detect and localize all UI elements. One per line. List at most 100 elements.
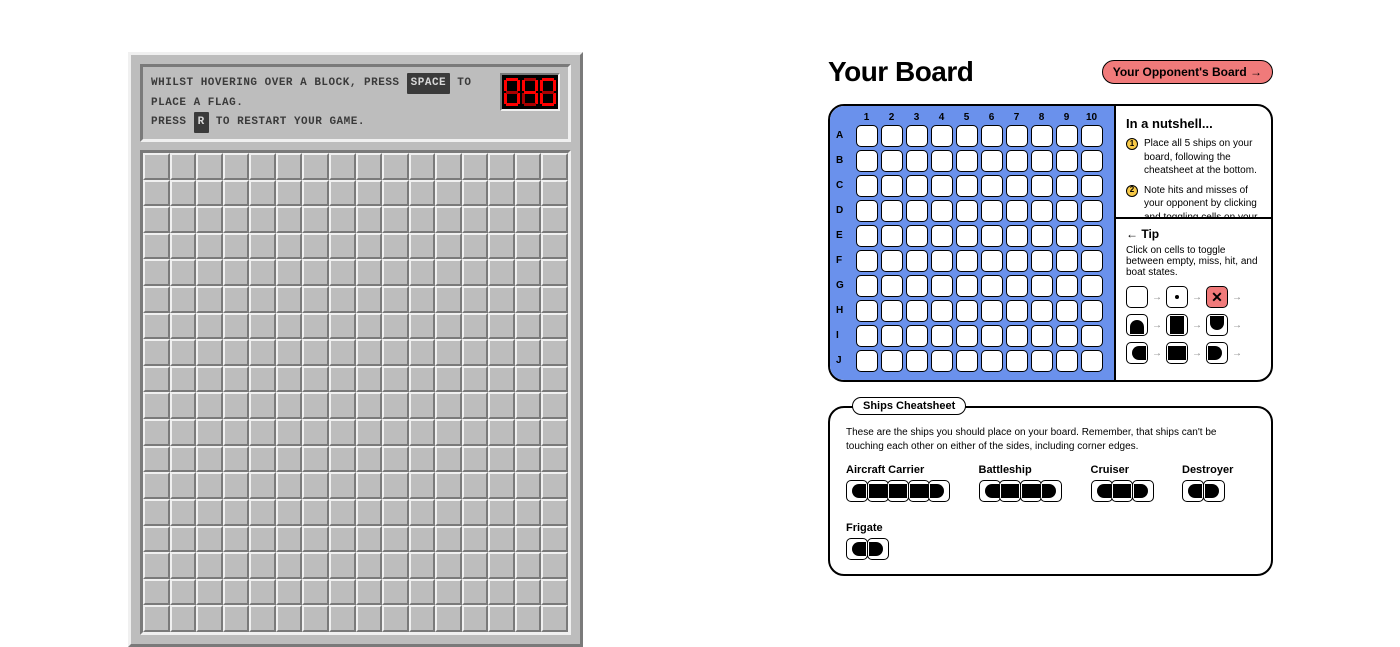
mine-cell[interactable]: [223, 499, 250, 526]
mine-cell[interactable]: [515, 153, 542, 180]
board-cell[interactable]: [1056, 125, 1078, 147]
mine-cell[interactable]: [302, 579, 329, 606]
mine-cell[interactable]: [435, 392, 462, 419]
mine-cell[interactable]: [515, 206, 542, 233]
mine-cell[interactable]: [515, 526, 542, 553]
mine-cell[interactable]: [541, 286, 568, 313]
board-cell[interactable]: [881, 275, 903, 297]
mine-cell[interactable]: [382, 419, 409, 446]
mine-cell[interactable]: [276, 286, 303, 313]
mine-cell[interactable]: [435, 472, 462, 499]
mine-cell[interactable]: [541, 233, 568, 260]
mine-cell[interactable]: [276, 526, 303, 553]
mine-cell[interactable]: [409, 153, 436, 180]
mine-cell[interactable]: [488, 313, 515, 340]
mine-cell[interactable]: [541, 392, 568, 419]
mine-cell[interactable]: [329, 552, 356, 579]
board-cell[interactable]: [1031, 250, 1053, 272]
mine-cell[interactable]: [276, 579, 303, 606]
board-cell[interactable]: [1031, 350, 1053, 372]
mine-cell[interactable]: [462, 419, 489, 446]
mine-cell[interactable]: [329, 419, 356, 446]
mine-cell[interactable]: [249, 552, 276, 579]
board-cell[interactable]: [1056, 175, 1078, 197]
mine-cell[interactable]: [409, 339, 436, 366]
board-cell[interactable]: [931, 150, 953, 172]
mine-cell[interactable]: [170, 499, 197, 526]
mine-cell[interactable]: [488, 259, 515, 286]
board-cell[interactable]: [1006, 200, 1028, 222]
mine-cell[interactable]: [488, 392, 515, 419]
mine-cell[interactable]: [382, 180, 409, 207]
board-cell[interactable]: [981, 325, 1003, 347]
board-cell[interactable]: [856, 325, 878, 347]
mine-cell[interactable]: [435, 286, 462, 313]
board-cell[interactable]: [1031, 325, 1053, 347]
mine-cell[interactable]: [329, 499, 356, 526]
mine-cell[interactable]: [170, 153, 197, 180]
mine-cell[interactable]: [276, 153, 303, 180]
mine-cell[interactable]: [329, 526, 356, 553]
board-cell[interactable]: [981, 150, 1003, 172]
mine-cell[interactable]: [170, 286, 197, 313]
mine-cell[interactable]: [409, 180, 436, 207]
mine-cell[interactable]: [515, 605, 542, 632]
mine-cell[interactable]: [382, 339, 409, 366]
mine-cell[interactable]: [223, 446, 250, 473]
mine-cell[interactable]: [541, 180, 568, 207]
board-cell[interactable]: [931, 250, 953, 272]
mine-cell[interactable]: [302, 366, 329, 393]
mine-cell[interactable]: [488, 579, 515, 606]
mine-cell[interactable]: [329, 446, 356, 473]
mine-cell[interactable]: [249, 392, 276, 419]
mine-cell[interactable]: [329, 180, 356, 207]
mine-cell[interactable]: [196, 419, 223, 446]
board-cell[interactable]: [1056, 225, 1078, 247]
mine-cell[interactable]: [382, 392, 409, 419]
board-cell[interactable]: [1081, 175, 1103, 197]
mine-cell[interactable]: [249, 286, 276, 313]
board-cell[interactable]: [981, 200, 1003, 222]
mine-cell[interactable]: [276, 552, 303, 579]
mine-cell[interactable]: [462, 206, 489, 233]
mine-cell[interactable]: [435, 605, 462, 632]
mine-cell[interactable]: [409, 392, 436, 419]
mine-cell[interactable]: [143, 180, 170, 207]
mine-cell[interactable]: [329, 206, 356, 233]
mine-cell[interactable]: [541, 419, 568, 446]
board-cell[interactable]: [1006, 125, 1028, 147]
board-cell[interactable]: [1031, 275, 1053, 297]
mine-cell[interactable]: [170, 259, 197, 286]
mine-cell[interactable]: [302, 419, 329, 446]
mine-cell[interactable]: [488, 499, 515, 526]
mine-cell[interactable]: [462, 259, 489, 286]
mine-cell[interactable]: [170, 392, 197, 419]
mine-cell[interactable]: [409, 313, 436, 340]
mine-cell[interactable]: [249, 579, 276, 606]
mine-cell[interactable]: [196, 605, 223, 632]
board-cell[interactable]: [956, 275, 978, 297]
board-cell[interactable]: [956, 350, 978, 372]
mine-cell[interactable]: [488, 446, 515, 473]
board-cell[interactable]: [1081, 225, 1103, 247]
mine-cell[interactable]: [196, 180, 223, 207]
mine-cell[interactable]: [541, 206, 568, 233]
mine-cell[interactable]: [143, 153, 170, 180]
board-cell[interactable]: [906, 150, 928, 172]
mine-cell[interactable]: [462, 286, 489, 313]
board-cell[interactable]: [906, 200, 928, 222]
mine-cell[interactable]: [515, 366, 542, 393]
board-cell[interactable]: [856, 175, 878, 197]
mine-cell[interactable]: [435, 180, 462, 207]
mine-cell[interactable]: [409, 259, 436, 286]
board-cell[interactable]: [956, 300, 978, 322]
mine-cell[interactable]: [196, 499, 223, 526]
mine-cell[interactable]: [356, 605, 383, 632]
board-cell[interactable]: [881, 350, 903, 372]
board-cell[interactable]: [956, 225, 978, 247]
board-cell[interactable]: [931, 275, 953, 297]
board-cell[interactable]: [1081, 350, 1103, 372]
mine-cell[interactable]: [223, 472, 250, 499]
mine-cell[interactable]: [488, 180, 515, 207]
mine-cell[interactable]: [409, 552, 436, 579]
